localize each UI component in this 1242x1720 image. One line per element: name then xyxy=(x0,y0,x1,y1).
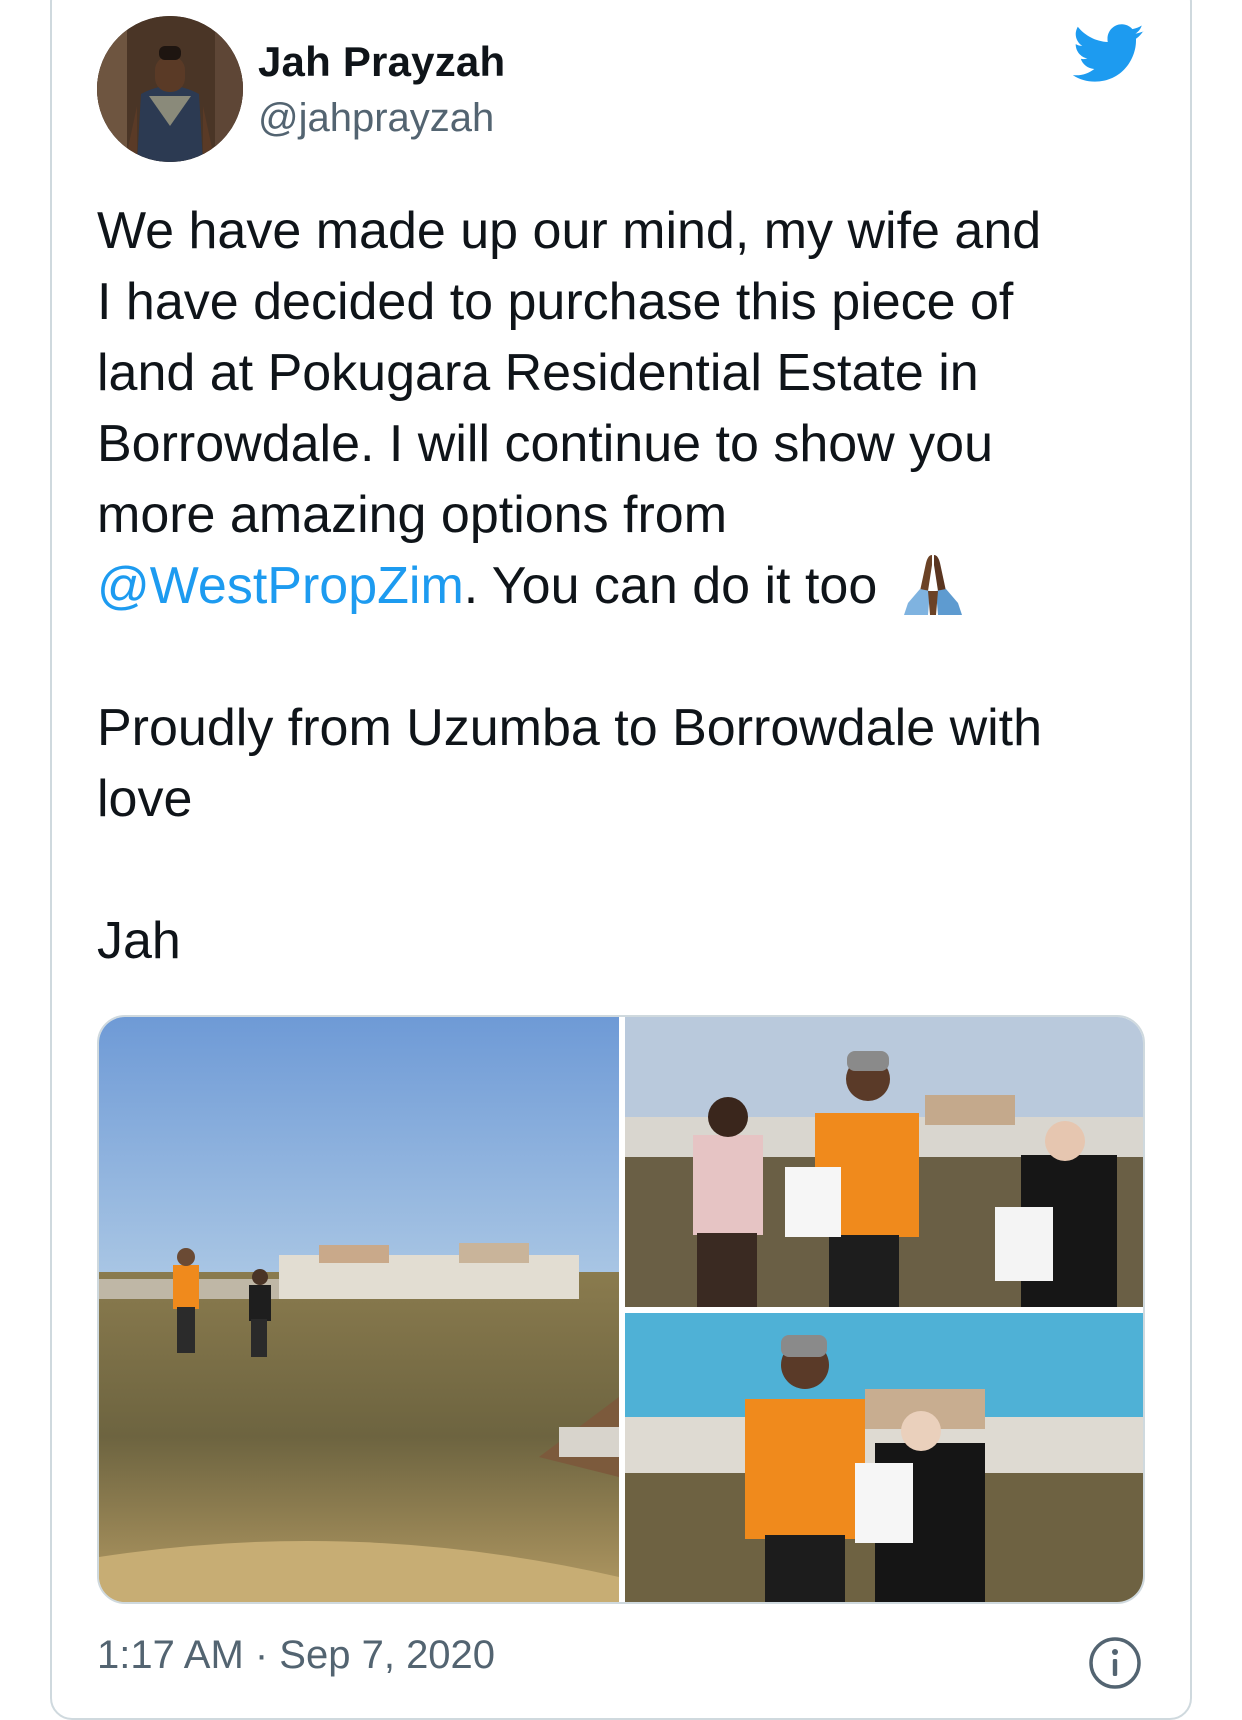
tweet-line: @WestPropZim. You can do it too xyxy=(97,551,1157,622)
twitter-bird-icon[interactable] xyxy=(1073,24,1145,84)
tweet-signature: Jah xyxy=(97,912,181,970)
tweet-line: love xyxy=(97,770,193,828)
handover-group-photo[interactable] xyxy=(625,1017,1143,1307)
tweet-line: more amazing options from xyxy=(97,486,728,544)
info-icon[interactable] xyxy=(1088,1636,1142,1690)
folded-hands-icon xyxy=(903,555,962,615)
handover-pair-photo[interactable] xyxy=(625,1313,1143,1602)
display-name[interactable]: Jah Prayzah xyxy=(258,38,505,86)
profile-photo xyxy=(97,16,243,162)
mention-link[interactable]: @WestPropZim xyxy=(97,557,464,615)
tweet-line: We have made up our mind, my wife and xyxy=(97,202,1042,260)
tweet-line: I have decided to purchase this piece of xyxy=(97,273,1014,331)
tweet-line: Proudly from Uzumba to Borrowdale with xyxy=(97,699,1043,757)
land-walk-photo[interactable] xyxy=(99,1017,619,1602)
tweet-line-tail: . You can do it too xyxy=(463,557,878,615)
handle[interactable]: @jahprayzah xyxy=(258,96,494,141)
tweet-timestamp[interactable]: 1:17 AM · Sep 7, 2020 xyxy=(97,1633,495,1678)
tweet-line: Borrowdale. I will continue to show you xyxy=(97,415,994,473)
tweet-line: land at Pokugara Residential Estate in xyxy=(97,344,979,402)
avatar[interactable] xyxy=(97,16,243,162)
tweet-text: We have made up our mind, my wife and I … xyxy=(97,196,1157,977)
media-grid xyxy=(97,1015,1145,1604)
